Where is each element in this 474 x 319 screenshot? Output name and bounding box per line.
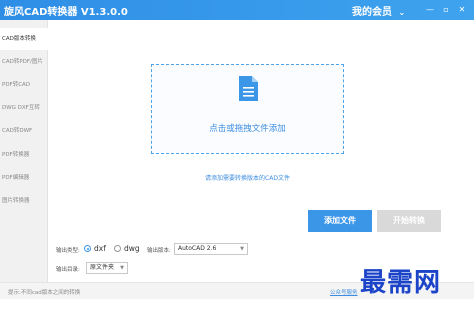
title-bar: 旋风CAD转换器 V1.3.0.0 我的会员 ⌄ — ▫ ✕ [0, 0, 474, 20]
output-version-label: 输出版本: [147, 248, 171, 254]
file-drop-zone[interactable]: 点击或拖拽文件添加 [151, 64, 344, 154]
sidebar-item-dwg-dxf[interactable]: DWG DXF互转 [0, 97, 48, 119]
sidebar-item-cad-version[interactable]: CAD版本转换 [0, 28, 48, 50]
sidebar-item-image-converter[interactable]: 图片转换器 [0, 190, 48, 212]
member-label: 我的会员 [352, 7, 392, 18]
app-window: 旋风CAD转换器 V1.3.0.0 我的会员 ⌄ — ▫ ✕ CAD版本转换 C… [0, 0, 474, 319]
sidebar-item-pdf-editor[interactable]: PDF编辑器 [0, 167, 48, 189]
minimize-button[interactable]: — [424, 3, 436, 16]
output-type-label: 输出类型: [56, 248, 80, 254]
sidebar: CAD版本转换 CAD转PDF/图片 PDF转CAD DWG DXF互转 CAD… [0, 20, 48, 282]
output-dir-label: 输出目录: [56, 267, 80, 273]
member-menu[interactable]: 我的会员 ⌄ [352, 3, 405, 18]
add-file-button[interactable]: 添加文件 [308, 210, 372, 232]
version-select[interactable]: AutoCAD 2.6 ▼ [174, 243, 248, 255]
chevron-down-icon: ⌄ [398, 8, 406, 17]
sidebar-item-cad-to-pdf[interactable]: CAD转PDF/图片 [0, 51, 48, 73]
document-icon [239, 76, 258, 101]
drop-zone-text: 点击或拖拽文件添加 [209, 124, 286, 134]
maximize-button[interactable]: ▫ [440, 3, 452, 16]
start-convert-button[interactable]: 开始转换 [377, 210, 441, 232]
version-select-value: AutoCAD 2.6 [178, 245, 217, 252]
close-button[interactable]: ✕ [456, 3, 468, 16]
watermark-logo: 最需网 [360, 268, 442, 298]
radio-dxf-label: dxf [94, 244, 106, 253]
add-file-hint[interactable]: 请添加需要转换版本的CAD文件 [151, 173, 344, 182]
radio-dxf[interactable] [84, 245, 91, 252]
status-hint: 提示:不同cad版本之间的转换 [8, 290, 81, 296]
sidebar-item-cad-to-dwf[interactable]: CAD转DWF [0, 120, 48, 142]
chevron-down-icon: ▼ [240, 246, 244, 252]
official-account-link[interactable]: 公众号服务 [330, 288, 358, 296]
sidebar-item-pdf-converter[interactable]: PDF转换器 [0, 144, 48, 166]
radio-dwg-label: dwg [124, 244, 140, 253]
sidebar-item-pdf-to-cad[interactable]: PDF转CAD [0, 74, 48, 96]
chevron-down-icon: ▼ [120, 265, 124, 271]
app-title: 旋风CAD转换器 V1.3.0.0 [4, 7, 128, 18]
output-dir-value: 原文件夹 [90, 264, 115, 271]
output-dir-select[interactable]: 原文件夹 ▼ [86, 262, 128, 274]
radio-dwg[interactable] [114, 245, 121, 252]
